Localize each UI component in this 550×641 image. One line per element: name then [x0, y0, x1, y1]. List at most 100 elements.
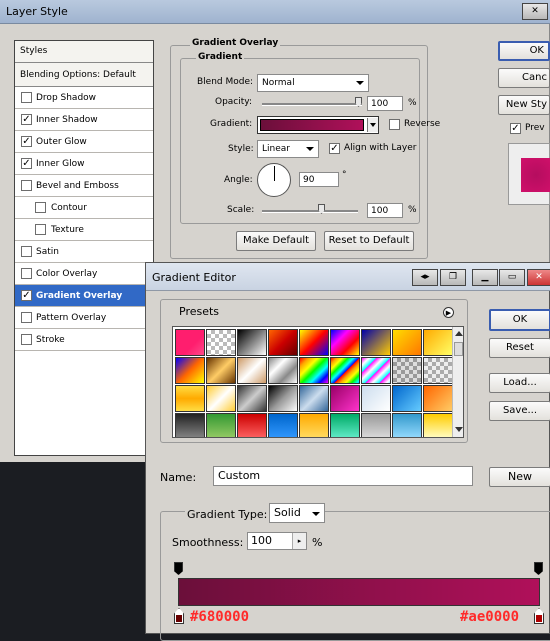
stepper-icon[interactable]: ▸: [292, 533, 306, 549]
preset-swatch[interactable]: [237, 329, 267, 356]
style-select[interactable]: Linear: [257, 140, 319, 158]
preset-swatch[interactable]: [330, 413, 360, 437]
scale-input[interactable]: 100: [367, 203, 403, 218]
new-style-button[interactable]: New Sty: [498, 95, 550, 115]
inner-glow-checkbox[interactable]: ✓: [21, 158, 32, 169]
preset-swatch[interactable]: [299, 413, 329, 437]
presets-scrollbar[interactable]: [452, 327, 463, 437]
preset-swatch[interactable]: [237, 357, 267, 384]
smoothness-input[interactable]: 100 ▸: [247, 532, 307, 550]
editor-ok-button[interactable]: OK: [489, 309, 550, 331]
preset-swatch[interactable]: [392, 385, 422, 412]
satin-checkbox[interactable]: [21, 246, 32, 257]
preset-swatch[interactable]: [330, 357, 360, 384]
gradient-swatch[interactable]: [257, 116, 379, 134]
gradient-type-select[interactable]: Solid: [269, 503, 325, 523]
preset-swatch[interactable]: [268, 385, 298, 412]
style-item-outer-glow[interactable]: ✓ Outer Glow: [15, 131, 153, 153]
preset-swatch[interactable]: [206, 413, 236, 437]
style-item-stroke[interactable]: Stroke: [15, 329, 153, 351]
style-item-pattern-overlay[interactable]: Pattern Overlay: [15, 307, 153, 329]
preset-swatch[interactable]: [423, 385, 453, 412]
make-default-button[interactable]: Make Default: [236, 231, 316, 251]
style-item-bevel-emboss[interactable]: Bevel and Emboss: [15, 175, 153, 197]
restore-icon[interactable]: ❐: [440, 269, 466, 286]
preset-swatch[interactable]: [361, 385, 391, 412]
cancel-button[interactable]: Canc: [498, 68, 550, 88]
blend-mode-select[interactable]: Normal: [257, 74, 369, 92]
style-item-inner-glow[interactable]: ✓ Inner Glow: [15, 153, 153, 175]
gradient-editor-titlebar[interactable]: Gradient Editor ◂▸ ❐ ▁ ▭ ✕: [146, 263, 550, 291]
drop-shadow-checkbox[interactable]: [21, 92, 32, 103]
gradient-preview-bar[interactable]: [178, 578, 540, 606]
maximize-icon[interactable]: ▭: [499, 269, 525, 286]
preset-swatch[interactable]: [330, 329, 360, 356]
preset-swatch[interactable]: [206, 357, 236, 384]
opacity-slider-track[interactable]: [262, 103, 362, 106]
preset-swatch[interactable]: [392, 329, 422, 356]
preset-swatch[interactable]: [175, 329, 205, 356]
close-icon[interactable]: ✕: [522, 3, 548, 20]
gradient-overlay-checkbox[interactable]: ✓: [21, 290, 32, 301]
preset-swatch[interactable]: [361, 357, 391, 384]
texture-checkbox[interactable]: [35, 224, 46, 235]
angle-input[interactable]: 90: [299, 172, 339, 187]
arrows-icon[interactable]: ◂▸: [412, 269, 438, 286]
align-with-layer-checkbox[interactable]: ✓: [329, 143, 340, 154]
layer-style-titlebar[interactable]: Layer Style ✕: [0, 0, 550, 24]
preset-swatch[interactable]: [268, 413, 298, 437]
blending-options-item[interactable]: Blending Options: Default: [15, 63, 153, 87]
contour-checkbox[interactable]: [35, 202, 46, 213]
outer-glow-checkbox[interactable]: ✓: [21, 136, 32, 147]
preset-swatch[interactable]: [206, 329, 236, 356]
color-overlay-checkbox[interactable]: [21, 268, 32, 279]
close-icon[interactable]: ✕: [527, 269, 550, 286]
inner-shadow-checkbox[interactable]: ✓: [21, 114, 32, 125]
angle-dial[interactable]: [257, 163, 291, 197]
presets-menu-icon[interactable]: ▶: [443, 307, 454, 318]
reverse-checkbox[interactable]: [389, 119, 400, 130]
style-item-inner-shadow[interactable]: ✓ Inner Shadow: [15, 109, 153, 131]
ok-button[interactable]: OK: [498, 41, 550, 61]
preset-swatch[interactable]: [392, 413, 422, 437]
preset-swatch[interactable]: [423, 357, 453, 384]
style-item-color-overlay[interactable]: Color Overlay: [15, 263, 153, 285]
preview-checkbox[interactable]: ✓: [510, 123, 521, 134]
save-button[interactable]: Save...: [489, 401, 550, 421]
load-button[interactable]: Load...: [489, 373, 550, 393]
opacity-input[interactable]: 100: [367, 96, 403, 111]
preset-swatch[interactable]: [423, 329, 453, 356]
preset-swatch[interactable]: [237, 385, 267, 412]
preset-swatch[interactable]: [299, 329, 329, 356]
preset-swatch[interactable]: [423, 413, 453, 437]
preset-swatch[interactable]: [361, 329, 391, 356]
style-item-contour[interactable]: Contour: [15, 197, 153, 219]
preset-swatch[interactable]: [361, 413, 391, 437]
preset-swatch[interactable]: [206, 385, 236, 412]
editor-reset-button[interactable]: Reset: [489, 338, 550, 358]
bevel-emboss-checkbox[interactable]: [21, 180, 32, 191]
preset-swatch[interactable]: [299, 385, 329, 412]
scroll-up-icon[interactable]: [455, 331, 463, 336]
name-input[interactable]: Custom: [213, 466, 473, 486]
scale-slider-track[interactable]: [262, 210, 358, 213]
stroke-checkbox[interactable]: [21, 334, 32, 345]
preset-swatch[interactable]: [175, 413, 205, 437]
minimize-icon[interactable]: ▁: [472, 269, 498, 286]
scroll-down-icon[interactable]: [455, 427, 463, 432]
preset-swatch[interactable]: [175, 357, 205, 384]
style-item-drop-shadow[interactable]: Drop Shadow: [15, 87, 153, 109]
style-item-texture[interactable]: Texture: [15, 219, 153, 241]
preset-swatch[interactable]: [299, 357, 329, 384]
reset-to-default-button[interactable]: Reset to Default: [324, 231, 414, 251]
preset-swatch[interactable]: [392, 357, 422, 384]
preset-swatch[interactable]: [330, 385, 360, 412]
styles-header[interactable]: Styles: [15, 41, 153, 63]
preset-swatch[interactable]: [237, 413, 267, 437]
preset-swatch[interactable]: [268, 329, 298, 356]
new-gradient-button[interactable]: New: [489, 467, 550, 487]
gradient-dropdown-button[interactable]: [367, 118, 378, 132]
preset-swatch[interactable]: [268, 357, 298, 384]
scroll-thumb[interactable]: [454, 342, 463, 356]
style-item-satin[interactable]: Satin: [15, 241, 153, 263]
